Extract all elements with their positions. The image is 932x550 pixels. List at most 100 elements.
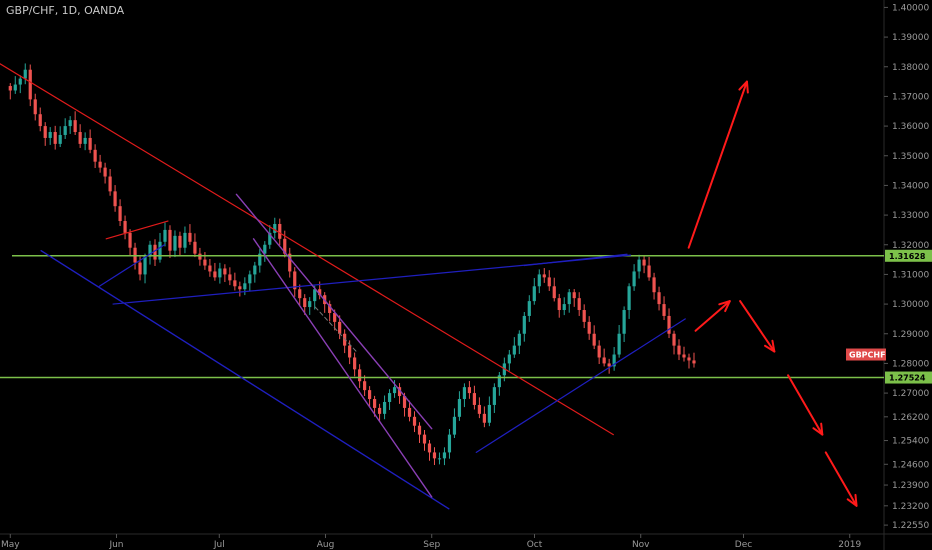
- candle-body: [637, 259, 641, 272]
- candle-body: [422, 434, 427, 444]
- candle-body: [557, 298, 561, 311]
- arrow-up-bullish[interactable]: [687, 80, 748, 249]
- candle-body: [53, 132, 57, 144]
- candle-body: [492, 387, 496, 405]
- y-tick-label: 1.40000: [892, 3, 929, 13]
- x-tick-label: Jun: [108, 540, 123, 550]
- x-tick-label: Oct: [527, 540, 543, 550]
- candle-body: [198, 253, 202, 260]
- candle-body: [632, 271, 636, 287]
- candle-body: [642, 259, 646, 266]
- candle-body: [63, 126, 67, 135]
- candle-body: [522, 315, 526, 334]
- candle-body: [58, 134, 62, 144]
- candle-body: [592, 333, 596, 346]
- candle-body: [123, 221, 127, 233]
- red-short-trendline[interactable]: [105, 220, 169, 240]
- candle-body: [313, 289, 317, 302]
- candle-body: [577, 298, 581, 311]
- candle-body: [243, 283, 247, 290]
- candle-body: [382, 401, 387, 414]
- candle-body: [213, 271, 217, 278]
- candle-body: [372, 399, 377, 408]
- candle-body: [168, 229, 172, 251]
- chart-stage[interactable]: GBP/CHF, 1D, OANDA 1.40000 1.39000 1.38000…: [0, 0, 932, 550]
- y-tick-label: 1.25400: [892, 437, 929, 447]
- y-tick-label: 1.22550: [892, 521, 929, 531]
- candle-body: [517, 333, 521, 346]
- candle-body: [103, 167, 107, 177]
- candle-body: [238, 286, 242, 290]
- candle-body: [118, 206, 122, 222]
- candle-body: [163, 229, 167, 242]
- candle-body: [582, 310, 586, 322]
- candle-body: [228, 274, 232, 281]
- candle-body: [587, 321, 591, 334]
- arrow-up-short[interactable]: [694, 300, 731, 332]
- x-tick-label: Aug: [317, 540, 335, 550]
- candle-body: [647, 265, 651, 278]
- candle-body: [248, 274, 252, 284]
- candle-body: [273, 223, 277, 233]
- y-tick-label: 1.34000: [892, 181, 929, 191]
- arrow-down-second[interactable]: [787, 374, 824, 436]
- blue-rising-support[interactable]: [475, 318, 686, 454]
- red-downtrend-line[interactable]: [0, 63, 614, 436]
- price-chart[interactable]: 1.40000 1.39000 1.38000 1.37000 1.36000 1.350…: [0, 0, 932, 550]
- candle-body: [567, 292, 571, 305]
- candle-body: [128, 232, 132, 248]
- candle-body: [98, 161, 102, 168]
- candle-body: [627, 286, 631, 311]
- candle-body: [457, 399, 462, 417]
- candle-body: [417, 425, 422, 435]
- candle-body: [173, 235, 177, 251]
- candle-body: [377, 407, 382, 414]
- candle-body: [407, 407, 412, 417]
- candle-body: [602, 357, 606, 364]
- candle-body: [482, 413, 486, 423]
- candle-body: [138, 262, 142, 275]
- candle-body: [308, 301, 312, 308]
- candle-body: [657, 292, 661, 305]
- candle-body: [38, 114, 42, 127]
- candle-body: [367, 390, 372, 400]
- candle-body: [218, 268, 222, 278]
- candle-body: [527, 301, 531, 316]
- candle-body: [303, 298, 307, 308]
- candle-body: [43, 126, 47, 138]
- candle-body: [617, 333, 621, 355]
- candle-body: [607, 363, 611, 367]
- y-tick-label: 1.27000: [892, 389, 929, 399]
- arrow-down-third[interactable]: [824, 451, 858, 507]
- candle-body: [83, 137, 87, 144]
- candle-body: [338, 321, 342, 334]
- x-tick-label: Nov: [632, 540, 650, 550]
- y-tick-label: 1.36000: [892, 122, 929, 132]
- candle-body: [487, 404, 491, 423]
- candle-body: [532, 286, 536, 302]
- x-tick-label: 2019: [838, 540, 861, 550]
- purple-channel-lower[interactable]: [252, 238, 433, 498]
- symbol-badge-label: GBPCHF: [849, 351, 886, 360]
- candle-body: [467, 387, 472, 394]
- candle-body: [353, 357, 357, 370]
- candle-body: [562, 304, 566, 311]
- arrow-down-first[interactable]: [739, 300, 776, 353]
- candle-body: [412, 416, 417, 426]
- y-tick-label: 1.30000: [892, 300, 929, 310]
- candle-body: [18, 78, 22, 85]
- candle-body: [203, 259, 207, 266]
- candle-body: [547, 277, 551, 287]
- candle-body: [78, 132, 82, 144]
- candle-body: [23, 69, 27, 79]
- candle-body: [387, 393, 392, 402]
- y-tick-label: 1.28000: [892, 359, 929, 369]
- candle-body: [93, 149, 97, 162]
- candle-body: [542, 274, 546, 278]
- x-tick-label: May: [1, 540, 20, 550]
- candle-body: [667, 315, 671, 334]
- candle-body: [437, 458, 442, 460]
- candle-body: [68, 120, 72, 127]
- y-tick-label: 1.24600: [892, 460, 929, 470]
- y-tick-label: 1.23200: [892, 502, 929, 512]
